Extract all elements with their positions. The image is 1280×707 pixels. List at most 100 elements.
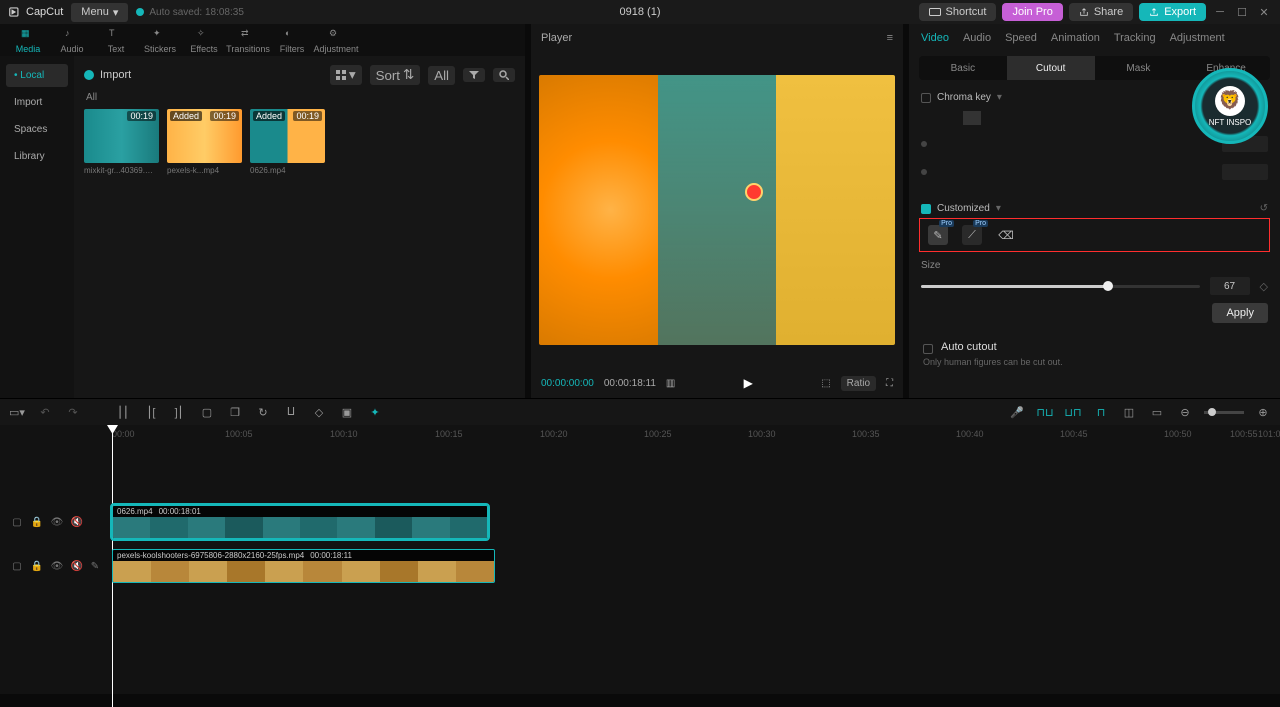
props-tab-audio[interactable]: Audio xyxy=(963,32,991,44)
mic-button[interactable]: 🎤 xyxy=(1008,403,1026,421)
pointer-tool[interactable]: ▭▾ xyxy=(8,403,26,421)
search-button[interactable] xyxy=(493,68,515,82)
track-lock-icon[interactable]: 🔒 xyxy=(30,559,44,573)
preview-toggle[interactable]: ▭ xyxy=(1148,403,1166,421)
ruler-tick: 00:00 xyxy=(112,429,135,439)
split-right-tool[interactable]: ]⎮ xyxy=(170,403,188,421)
track-mute-icon[interactable]: 🔇 xyxy=(70,559,84,573)
sidebar-item-local[interactable]: • Local xyxy=(6,64,68,87)
delete-tool[interactable]: ▢ xyxy=(198,403,216,421)
share-button[interactable]: Share xyxy=(1069,3,1133,21)
tool-tab-adjustment[interactable]: ⚙Adjustment xyxy=(314,26,358,56)
fullscreen-icon[interactable]: ⛶ xyxy=(886,378,893,389)
tool-tab-effects[interactable]: ✧Effects xyxy=(182,26,226,56)
maximize-button[interactable]: ☐ xyxy=(1234,4,1250,20)
sort-button[interactable]: Sort ⇅ xyxy=(370,65,421,85)
reset-icon[interactable]: ↺ xyxy=(1260,203,1268,214)
tool-tab-transitions[interactable]: ⇄Transitions xyxy=(226,26,270,56)
media-thumb[interactable]: Added 00:19 0626.mp4 xyxy=(250,109,325,175)
export-button[interactable]: Export xyxy=(1139,3,1206,21)
edit-icon[interactable]: ✎ xyxy=(88,559,102,573)
media-thumb[interactable]: 00:19 mixkit-gr...40369.mp4 xyxy=(84,109,159,175)
chevron-down-icon: ▾ xyxy=(996,203,1001,214)
close-button[interactable]: ✕ xyxy=(1256,4,1272,20)
sidebar-item-import[interactable]: Import xyxy=(6,91,68,114)
subtab-basic[interactable]: Basic xyxy=(919,56,1007,80)
track-collapse-icon[interactable]: ▢ xyxy=(10,559,24,573)
split-left-tool[interactable]: ⎮[ xyxy=(142,403,160,421)
props-tab-animation[interactable]: Animation xyxy=(1051,32,1100,44)
sidebar-item-library[interactable]: Library xyxy=(6,145,68,168)
ruler-tick: 101:00 xyxy=(1258,429,1280,439)
duplicate-tool[interactable]: ❐ xyxy=(226,403,244,421)
minimize-button[interactable]: ─ xyxy=(1212,4,1228,20)
filter-all-button[interactable]: All xyxy=(428,66,455,85)
link-toggle[interactable]: ◫ xyxy=(1120,403,1138,421)
undo-button[interactable]: ↶ xyxy=(36,403,54,421)
size-slider[interactable] xyxy=(921,285,1200,288)
brush-tool-button[interactable]: ✎Pro xyxy=(928,225,948,245)
ratio-button[interactable]: Ratio xyxy=(841,376,876,391)
preview-viewport[interactable] xyxy=(539,75,895,345)
ruler-tick: 100:05 xyxy=(225,429,253,439)
checkbox-icon xyxy=(923,344,933,354)
rotate-tool[interactable]: ◇ xyxy=(310,403,328,421)
quick-brush-button[interactable]: ⟋Pro xyxy=(962,225,982,245)
props-tab-tracking[interactable]: Tracking xyxy=(1114,32,1156,44)
track-collapse-icon[interactable]: ▢ xyxy=(10,515,24,529)
compare-icon[interactable]: ▥ xyxy=(666,378,675,389)
customized-toggle[interactable]: Customized ▾ ↺ xyxy=(921,203,1268,214)
snap-main-toggle[interactable]: ⊓⊔ xyxy=(1036,403,1054,421)
track-lock-icon[interactable]: 🔒 xyxy=(30,515,44,529)
join-pro-button[interactable]: Join Pro xyxy=(1002,3,1062,21)
size-input[interactable] xyxy=(1210,277,1250,295)
tool-tab-media[interactable]: ▦Media xyxy=(6,26,50,56)
props-tab-adjustment[interactable]: Adjustment xyxy=(1170,32,1225,44)
share-icon xyxy=(1079,7,1089,17)
auto-tool[interactable]: ✦ xyxy=(366,403,384,421)
tool-tab-audio[interactable]: ♪Audio xyxy=(50,26,94,56)
tool-tab-filters[interactable]: ◐Filters xyxy=(270,26,314,56)
checkbox-on-icon xyxy=(921,204,931,214)
shortcut-button[interactable]: Shortcut xyxy=(919,3,997,21)
track-visible-icon[interactable]: 👁 xyxy=(50,559,64,573)
eraser-button[interactable]: ⌫ xyxy=(996,225,1016,245)
play-button[interactable]: ▶ xyxy=(744,376,753,390)
search-icon xyxy=(499,70,509,80)
timeline-clip[interactable]: 0626.mp400:00:18:01 xyxy=(112,505,488,539)
subtab-cutout[interactable]: Cutout xyxy=(1007,56,1095,80)
props-tab-speed[interactable]: Speed xyxy=(1005,32,1037,44)
auto-cutout-description: Only human figures can be cut out. xyxy=(923,357,1266,367)
zoom-out-timeline[interactable]: ⊖ xyxy=(1176,403,1194,421)
crop-tool[interactable]: ▣ xyxy=(338,403,356,421)
zoom-in-timeline[interactable]: ⊕ xyxy=(1254,403,1272,421)
timeline-clip[interactable]: pexels-koolshooters-6975806-2880x2160-25… xyxy=(112,549,495,583)
auto-cutout-toggle[interactable]: Auto cutout xyxy=(941,341,997,353)
snap-clip-toggle[interactable]: ⊓ xyxy=(1092,403,1110,421)
split-tool[interactable]: ⎮⎮ xyxy=(114,403,132,421)
reverse-tool[interactable]: ↻ xyxy=(254,403,272,421)
subtab-mask[interactable]: Mask xyxy=(1095,56,1183,80)
apply-button[interactable]: Apply xyxy=(1212,303,1268,323)
view-mode-button[interactable]: ▾ xyxy=(330,65,362,85)
media-thumb[interactable]: Added 00:19 pexels-k...mp4 xyxy=(167,109,242,175)
sidebar-item-spaces[interactable]: Spaces xyxy=(6,118,68,141)
snap-track-toggle[interactable]: ⊔⊓ xyxy=(1064,403,1082,421)
autosave-dot-icon xyxy=(136,8,144,16)
channel-avatar: 🦁 NFT INSPO xyxy=(1192,68,1268,144)
snapshot-icon[interactable]: ⬚ xyxy=(821,378,830,389)
tool-tab-text[interactable]: TText xyxy=(94,26,138,56)
stepper-icon[interactable]: ◇ xyxy=(1260,280,1268,293)
adjustment-icon: ⚙ xyxy=(329,28,343,42)
track-visible-icon[interactable]: 👁 xyxy=(50,515,64,529)
mirror-tool[interactable]: ⨿ xyxy=(282,403,300,421)
redo-button[interactable]: ↷ xyxy=(64,403,82,421)
player-menu-icon[interactable]: ≡ xyxy=(887,32,893,44)
tool-tab-stickers[interactable]: ✦Stickers xyxy=(138,26,182,56)
clip-duration: 00:00:18:01 xyxy=(159,507,201,516)
import-button[interactable]: Import xyxy=(84,69,131,81)
track-mute-icon[interactable]: 🔇 xyxy=(70,515,84,529)
menu-button[interactable]: Menu ▾ xyxy=(71,3,128,22)
props-tab-video[interactable]: Video xyxy=(921,32,949,44)
filter-button[interactable] xyxy=(463,68,485,82)
